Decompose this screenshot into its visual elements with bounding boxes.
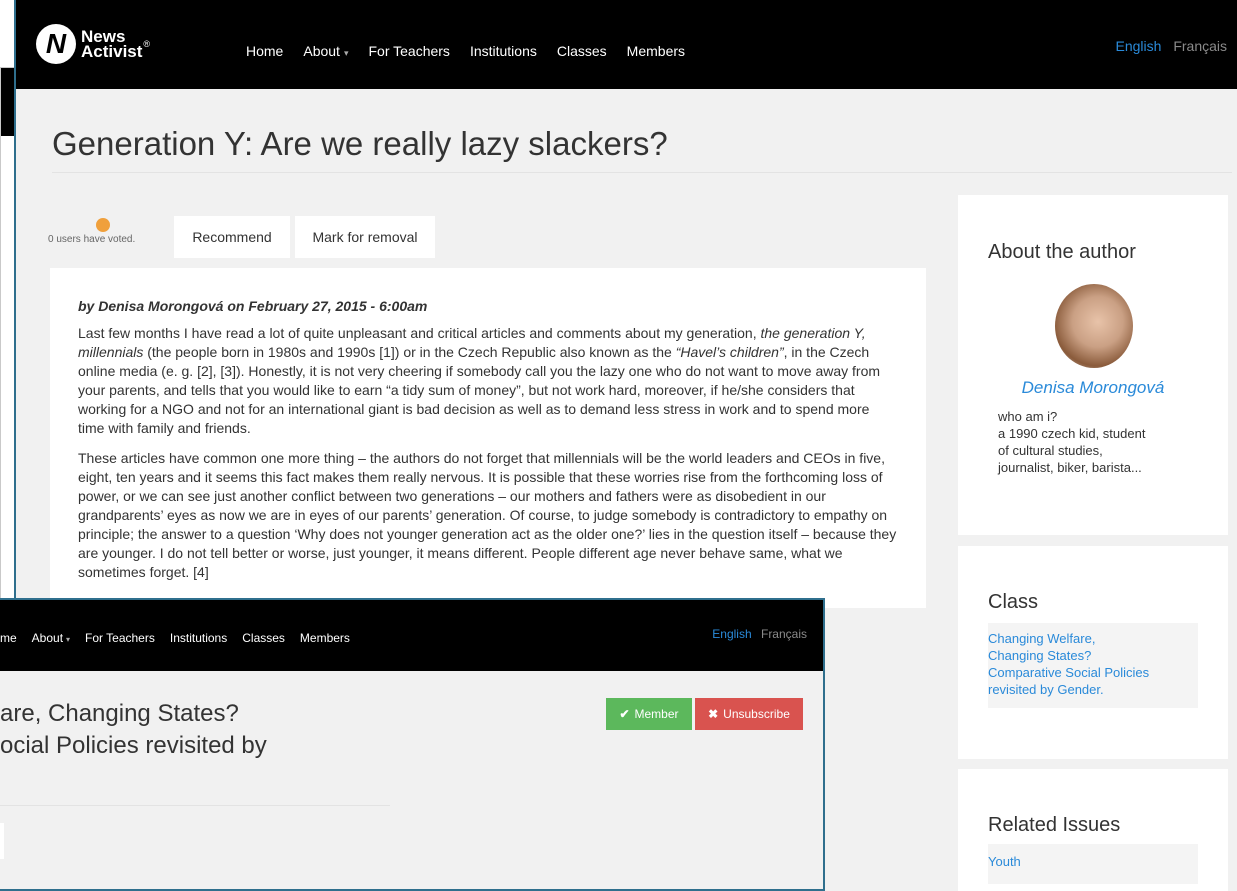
lang-english[interactable]: English [1116,38,1162,54]
front-nav-members[interactable]: Members [300,631,350,645]
front-content: are, Changing States? ocial Policies rev… [0,671,823,889]
class-title: Class [988,591,1039,613]
p1-quote-close: ’s children” [716,344,784,360]
about-author-title: About the author [988,241,1136,263]
nav-classes[interactable]: Classes [557,43,607,59]
front-window: me About ▾ For Teachers Institutions Clas… [0,598,825,891]
front-title-divider [0,805,390,806]
mark-for-removal-button[interactable]: Mark for removal [295,216,435,258]
nav-about[interactable]: About ▾ [303,43,348,59]
close-icon: ✖ [708,707,719,721]
front-nav: me About ▾ For Teachers Institutions Clas… [0,631,365,645]
author-name-link[interactable]: Denisa Morongová [958,378,1228,398]
related-issues-card: Related Issues Youth [958,769,1228,891]
class-card: Class Changing Welfare, Changing States?… [958,546,1228,759]
p1-text-c: (the people born in 1980s and 1990s [1])… [143,344,676,360]
bio-line: journalist, biker, barista... [998,460,1142,475]
class-link-line: revisited by Gender. [988,682,1104,697]
article-paragraph: These articles have common one more thin… [78,450,897,580]
bio-line: a 1990 czech kid, student [998,426,1146,441]
page-title: Generation Y: Are we really lazy slacker… [52,125,668,162]
p1-quote-open: “Havel [675,344,717,360]
front-language-switcher: English Français [712,627,807,641]
logo-mark-icon: N [36,24,76,64]
front-lang-english[interactable]: English [712,627,751,641]
front-lang-french[interactable]: Français [761,627,807,641]
article-body: by Denisa Morongová on February 27, 2015… [50,268,926,608]
nav-home[interactable]: Home [246,43,283,59]
nav-for-teachers[interactable]: For Teachers [368,43,449,59]
lang-french[interactable]: Français [1173,38,1227,54]
class-link-line: Changing Welfare, [988,631,1096,646]
logo-line-activist: Activist [81,42,143,61]
check-circle-icon: ✔ [619,707,630,721]
member-button-label: Member [634,707,679,721]
nav-institutions[interactable]: Institutions [470,43,537,59]
related-issues-title: Related Issues [988,814,1121,836]
front-nav-for-teachers[interactable]: For Teachers [85,631,155,645]
class-title-line: ocial Policies revisited by [0,732,267,759]
related-issue-youth[interactable]: Youth [988,844,1198,884]
class-link-line: Comparative Social Policies [988,665,1150,680]
bio-line: who am i? [998,409,1058,424]
front-nav-home[interactable]: me [0,631,17,645]
recommend-button[interactable]: Recommend [174,216,290,258]
thumbs-up-icon[interactable] [96,218,110,232]
unsubscribe-button[interactable]: ✖ Unsubscribe [695,698,803,730]
about-author-card: About the author Denisa Morongová who am… [958,195,1228,535]
p1-text-a: Last few months I have read a lot of qui… [78,325,761,341]
language-switcher: English Français [1116,38,1228,54]
news-activist-logo[interactable]: N News Activist ® [36,24,150,64]
class-link[interactable]: Changing Welfare, Changing States? Compa… [988,623,1198,708]
class-title-line: are, Changing States? [0,700,239,727]
article-paragraph: Last few months I have read a lot of qui… [78,324,898,438]
nav-about-label: About [303,43,340,59]
front-nav-classes[interactable]: Classes [242,631,285,645]
title-divider [52,172,1232,173]
author-bio: who am i? a 1990 czech kid, student of c… [998,408,1198,476]
bio-line: of cultural studies, [998,443,1103,458]
front-nav-about[interactable]: About ▾ [32,631,70,645]
registered-icon: ® [143,39,151,49]
front-nav-about-label: About [31,631,64,645]
member-button[interactable]: ✔ Member [606,698,692,730]
avatar[interactable] [1055,284,1133,368]
vote-widget: 0 users have voted. [48,216,158,245]
unsubscribe-button-label: Unsubscribe [723,707,790,721]
class-page-title: are, Changing States? ocial Policies rev… [0,698,267,762]
class-link-line: Changing States? [988,648,1092,663]
chevron-down-icon: ▾ [66,635,71,644]
front-navbar: me About ▾ For Teachers Institutions Clas… [0,600,823,671]
front-content-stub [0,823,4,859]
front-nav-institutions[interactable]: Institutions [170,631,227,645]
chevron-down-icon: ▾ [343,48,349,58]
nav-members[interactable]: Members [627,43,685,59]
logo-text: News Activist [81,28,143,61]
article-byline: by Denisa Morongová on February 27, 2015… [78,298,428,314]
vote-count: 0 users have voted. [48,234,136,245]
main-nav: Home About ▾ For Teachers Institutions Cl… [246,43,705,59]
top-navbar: N News Activist ® Home About ▾ For Teache… [16,0,1237,89]
